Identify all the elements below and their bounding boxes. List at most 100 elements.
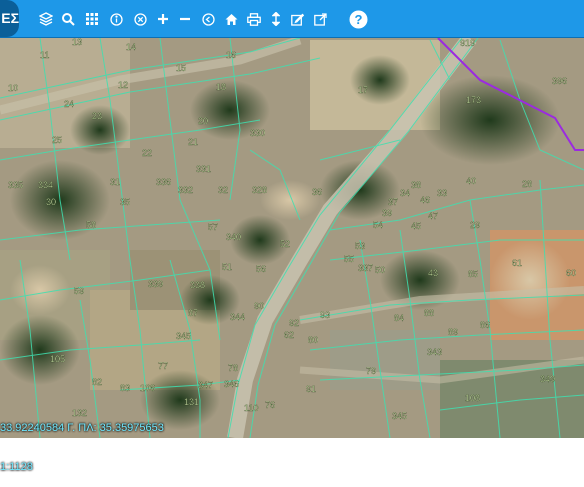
parcel-label[interactable]: 56 — [256, 264, 266, 274]
parcel-label[interactable]: 83 — [120, 383, 130, 393]
satellite-map[interactable]: 13 14 919 396 11 15 16 17 173 10 12 18 24 23 20 330 25 21… — [0, 0, 584, 438]
layers-icon[interactable] — [36, 9, 56, 29]
parcel-label[interactable]: 92 — [289, 318, 299, 328]
parcel-label[interactable]: 61 — [512, 258, 522, 268]
parcel-label[interactable]: 59 — [74, 286, 84, 296]
parcel-label[interactable]: 16 — [226, 50, 236, 60]
parcel-label[interactable]: 347 — [198, 380, 213, 390]
parcel-label[interactable]: 23 — [92, 111, 102, 121]
home-icon[interactable] — [221, 9, 241, 29]
app-brand[interactable]: ΕΣ — [0, 0, 19, 37]
parcel-label[interactable]: 84 — [394, 313, 404, 323]
parcel-label[interactable]: 396 — [552, 76, 567, 86]
parcel-label[interactable]: 93 — [320, 310, 330, 320]
parcel-label[interactable]: 62 — [284, 330, 294, 340]
parcel-label[interactable]: 328 — [252, 185, 267, 195]
parcel-label[interactable]: 60 — [566, 268, 576, 278]
parcel-label[interactable]: 91 — [306, 384, 316, 394]
parcel-label[interactable]: 15 — [176, 63, 186, 73]
parcel-label[interactable]: 46 — [420, 195, 430, 205]
parcel-label[interactable]: 131 — [184, 397, 199, 407]
parcel-label[interactable]: 88 — [424, 308, 434, 318]
parcel-label[interactable]: 86 — [480, 320, 490, 330]
parcel-label[interactable]: 45 — [411, 221, 421, 231]
parcel-label[interactable]: 11 — [40, 50, 50, 60]
parcel-label[interactable]: 52 — [280, 239, 290, 249]
parcel-label[interactable]: 10 — [8, 83, 18, 93]
parcel-label[interactable]: 78 — [228, 363, 238, 373]
parcel-label[interactable]: 54 — [373, 220, 383, 230]
parcel-label[interactable]: 332 — [178, 185, 193, 195]
parcel-label[interactable]: 919 — [460, 38, 475, 48]
parcel-label[interactable]: 55 — [344, 254, 354, 264]
parcel-label[interactable]: 89 — [448, 327, 458, 337]
parcel-label[interactable]: 31 — [110, 177, 120, 187]
parcel-label[interactable]: 337 — [358, 263, 373, 273]
measure-icon[interactable] — [266, 9, 286, 29]
parcel-label[interactable]: 12 — [118, 80, 128, 90]
parcel-label[interactable]: 39 — [382, 208, 392, 218]
parcel-label[interactable]: 338 — [190, 280, 205, 290]
parcel-label[interactable]: 346 — [224, 379, 239, 389]
parcel-label[interactable]: 82 — [92, 377, 102, 387]
parcel-label[interactable]: 21 — [188, 137, 198, 147]
parcel-label[interactable]: 85 — [468, 269, 478, 279]
parcel-label[interactable]: 20 — [198, 116, 208, 126]
parcel-label[interactable]: 110 — [244, 403, 259, 413]
parcel-label[interactable]: 106 — [140, 383, 155, 393]
export-icon[interactable] — [310, 9, 330, 29]
parcel-label[interactable]: 173 — [466, 95, 481, 105]
edit-icon[interactable] — [287, 9, 307, 29]
info-icon[interactable] — [106, 9, 126, 29]
parcel-label[interactable]: 58 — [86, 220, 96, 230]
parcel-label[interactable]: 28 — [522, 179, 532, 189]
parcel-label[interactable]: 77 — [158, 361, 168, 371]
parcel-label[interactable]: 57 — [208, 222, 218, 232]
parcel-label[interactable]: 25 — [52, 135, 62, 145]
parcel-label[interactable]: 13 — [72, 37, 82, 47]
parcel-label[interactable]: 29 — [470, 220, 480, 230]
parcel-label[interactable]: 334 — [38, 180, 53, 190]
parcel-label[interactable]: 47 — [428, 211, 438, 221]
parcel-label[interactable]: 17 — [358, 85, 368, 95]
back-icon[interactable] — [198, 9, 218, 29]
parcel-label[interactable]: 343 — [427, 347, 442, 357]
search-icon[interactable] — [58, 9, 78, 29]
parcel-label[interactable]: 340 — [226, 232, 241, 242]
parcel-label[interactable]: 349 — [540, 374, 555, 384]
parcel-label[interactable]: 105 — [50, 354, 65, 364]
parcel-label[interactable]: 331 — [196, 164, 211, 174]
grid-icon[interactable] — [82, 9, 102, 29]
parcel-label[interactable]: 14 — [126, 42, 136, 52]
parcel-label[interactable]: 18 — [216, 82, 226, 92]
parcel-label[interactable]: 38 — [411, 180, 421, 190]
parcel-label[interactable]: 76 — [265, 400, 275, 410]
parcel-label[interactable]: 40 — [466, 176, 476, 186]
parcel-label[interactable]: 51 — [222, 262, 232, 272]
parcel-label[interactable]: 32 — [218, 185, 228, 195]
parcel-label[interactable]: 24 — [64, 99, 74, 109]
parcel-label[interactable]: 335 — [8, 180, 23, 190]
parcel-label[interactable]: 90 — [254, 301, 264, 311]
parcel-label[interactable]: 35 — [120, 197, 130, 207]
parcel-label[interactable]: 87 — [188, 308, 198, 318]
parcel-label[interactable]: 344 — [230, 312, 245, 322]
parcel-label[interactable]: 80 — [308, 335, 318, 345]
parcel-label[interactable]: 79 — [366, 366, 376, 376]
parcel-label[interactable]: 330 — [250, 128, 265, 138]
parcel-label[interactable]: 22 — [142, 148, 152, 158]
parcel-label[interactable]: 336 — [156, 177, 171, 187]
parcel-label[interactable]: 339 — [148, 279, 163, 289]
help-icon[interactable]: ? — [347, 8, 369, 30]
zoom-out-icon[interactable] — [175, 9, 195, 29]
zoom-in-icon[interactable] — [153, 9, 173, 29]
parcel-label[interactable]: 36 — [312, 187, 322, 197]
parcel-label[interactable]: 50 — [375, 265, 385, 275]
parcel-label[interactable]: 345 — [392, 411, 407, 421]
clear-icon[interactable] — [130, 9, 150, 29]
parcel-label[interactable]: 43 — [428, 268, 438, 278]
parcel-label[interactable]: 53 — [355, 241, 365, 251]
parcel-label[interactable]: 37 — [388, 197, 398, 207]
parcel-label[interactable]: 108 — [465, 393, 480, 403]
parcel-label[interactable]: 33 — [437, 188, 447, 198]
